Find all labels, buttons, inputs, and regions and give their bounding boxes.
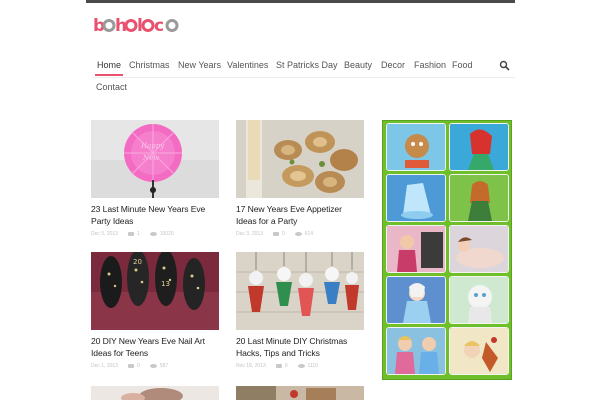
ad-game-tile[interactable] [449,174,509,222]
views-icon [297,364,305,368]
post-card[interactable]: 20 Last Minute DIY Christmas Hacks, Tips… [236,252,364,369]
ad-game-tile[interactable] [386,276,446,324]
nav-item-st-patricks-day[interactable]: St Patricks Day [276,56,338,74]
nav-item-fashion[interactable]: Fashion [414,56,446,74]
nav-divider [92,77,515,78]
comment-icon [275,364,282,368]
post-meta: Dec 5, 2013 1 10020 [91,231,219,237]
ad-game-tile[interactable] [449,276,509,324]
ad-game-tile[interactable] [386,225,446,273]
comment-count: 0 [284,363,288,369]
post-date: Dec 1, 2013 [91,363,118,369]
nav-item-contact[interactable]: Contact [96,78,127,96]
svg-text:13: 13 [161,280,170,288]
post-meta: Dec 1, 2013 0 587 [91,363,219,369]
nav-item-food[interactable]: Food [452,56,473,74]
svg-text:20: 20 [133,258,142,266]
main-nav: Home Christmas New Years Valentines St P… [92,56,515,96]
post-meta: Dec 3, 2013 0 614 [236,231,364,237]
svg-text:Happy: Happy [140,142,165,150]
views-icon [149,364,157,368]
logo-wordmark: b h l c [93,16,179,36]
nav-item-christmas[interactable]: Christmas [129,56,170,74]
comment-icon [127,232,134,236]
site-logo[interactable]: b h l c [93,14,181,36]
nav-item-valentines[interactable]: Valentines [227,56,268,74]
view-count: 587 [159,363,169,369]
comment-count: 0 [281,231,285,237]
ad-game-tile[interactable] [449,123,509,171]
sidebar-ad[interactable] [382,120,512,380]
search-icon[interactable] [499,60,510,71]
post-date: Dec 5, 2013 [91,231,118,237]
ad-game-tile[interactable] [386,123,446,171]
post-date: Nov 18, 2013 [236,363,266,369]
post-title[interactable]: 20 DIY New Years Eve Nail Art Ideas for … [91,336,219,359]
post-thumbnail[interactable] [236,252,364,330]
post-card[interactable]: 17 New Years Eve Appetizer Ideas for a P… [236,120,364,237]
view-count: 10020 [159,231,174,237]
post-date: Dec 3, 2013 [236,231,263,237]
post-title[interactable]: 20 Last Minute DIY Christmas Hacks, Tips… [236,336,364,359]
post-title[interactable]: 17 New Years Eve Appetizer Ideas for a P… [236,204,364,227]
view-count: 1110 [307,363,318,369]
view-count: 614 [304,231,314,237]
post-title[interactable]: 23 Last Minute New Years Eve Party Ideas [91,204,219,227]
post-card[interactable]: 20 13 20 DIY New Years Eve Nail Art Idea… [91,252,219,369]
top-border [86,0,515,3]
comment-count: 1 [136,231,140,237]
post-meta: Nov 18, 2013 0 1110 [236,363,364,369]
ad-game-tile[interactable] [386,174,446,222]
comment-icon [272,232,279,236]
post-thumbnail[interactable] [91,386,219,400]
nav-item-home[interactable]: Home [94,56,124,76]
svg-text:c: c [154,16,164,36]
nav-item-new-years[interactable]: New Years [178,56,221,74]
nav-item-beauty[interactable]: Beauty [344,56,372,74]
views-icon [149,232,157,236]
views-icon [294,232,302,236]
post-thumbnail[interactable]: Happy New [91,120,219,198]
post-card[interactable]: Happy New 23 Last Minute New Years Eve P… [91,120,219,237]
comment-count: 0 [136,363,140,369]
post-thumbnail[interactable]: 20 13 [91,252,219,330]
ad-game-tile[interactable] [449,327,509,375]
comment-icon [127,364,134,368]
ad-game-tile[interactable] [386,327,446,375]
svg-text:New: New [142,154,159,162]
post-thumbnail[interactable] [236,386,364,400]
ad-game-tile[interactable] [449,225,509,273]
post-thumbnail[interactable] [236,120,364,198]
nav-item-decor[interactable]: Decor [381,56,405,74]
